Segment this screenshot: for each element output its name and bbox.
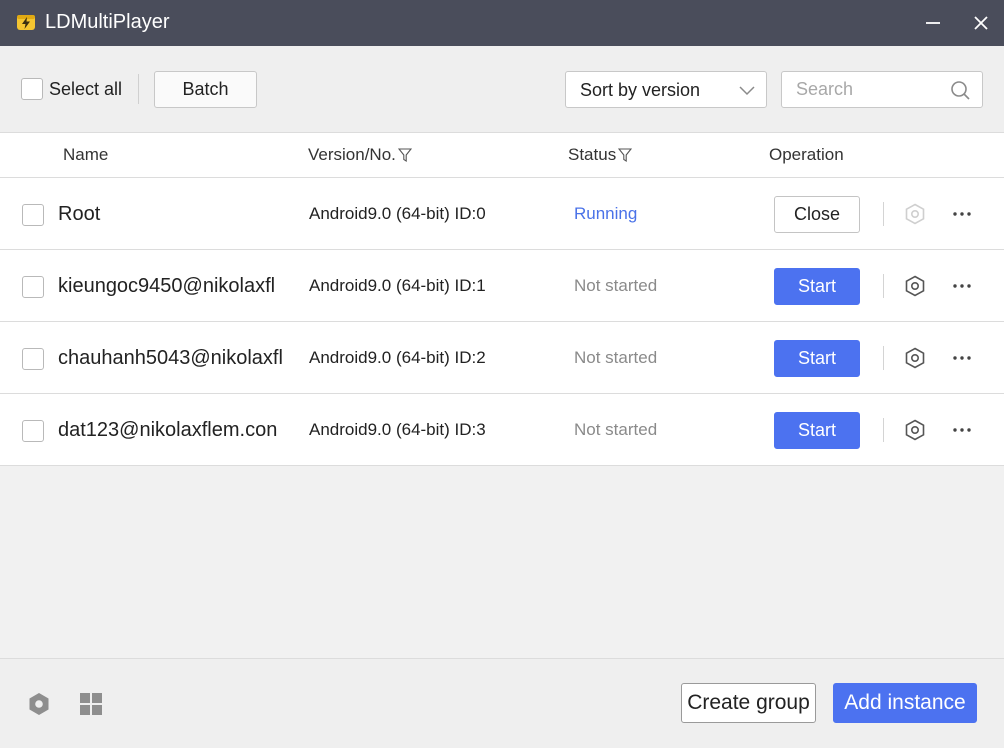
filter-icon[interactable]	[397, 148, 412, 162]
create-group-button[interactable]: Create group	[681, 683, 816, 723]
settings-icon[interactable]	[903, 346, 927, 370]
table-row: chauhanh5043@nikolaxfl Android9.0 (64-bi…	[0, 322, 1004, 394]
instance-version: Android9.0 (64-bit) ID:0	[309, 204, 486, 223]
instance-status: Running	[574, 204, 638, 223]
search-box	[781, 71, 983, 108]
instance-name: dat123@nikolaxflem.con	[58, 419, 278, 441]
title-bar: LDMultiPlayer	[0, 0, 1004, 46]
add-instance-button[interactable]: Add instance	[833, 683, 977, 723]
more-options-icon[interactable]	[950, 346, 974, 370]
more-options-icon[interactable]	[950, 418, 974, 442]
settings-icon[interactable]	[903, 274, 927, 298]
batch-button[interactable]: Batch	[154, 71, 257, 108]
empty-list-area	[0, 466, 1004, 658]
toolbar: Select all Batch Sort by version	[0, 46, 1004, 132]
settings-icon	[905, 203, 925, 225]
column-header-operation: Operation	[769, 145, 844, 164]
select-all-label[interactable]: Select all	[49, 78, 122, 100]
table-row: kieungoc9450@nikolaxfl Android9.0 (64-bi…	[0, 250, 1004, 322]
operation-divider	[883, 274, 884, 298]
operation-divider	[883, 346, 884, 370]
close-icon	[974, 16, 988, 30]
select-all-checkbox[interactable]	[21, 78, 43, 100]
more-options-icon[interactable]	[950, 274, 974, 298]
row-checkbox[interactable]	[22, 276, 44, 298]
start-instance-button[interactable]: Start	[774, 268, 860, 305]
search-input[interactable]	[782, 72, 947, 107]
close-window-button[interactable]	[968, 10, 994, 36]
start-instance-button[interactable]: Start	[774, 412, 860, 449]
instance-status: Not started	[574, 276, 658, 295]
table-row: dat123@nikolaxflem.con Android9.0 (64-bi…	[0, 394, 1004, 466]
table-header: Name Version/No. Status Operation	[0, 132, 1004, 178]
instance-name: kieungoc9450@nikolaxfl	[58, 275, 276, 297]
instance-version: Android9.0 (64-bit) ID:3	[309, 420, 486, 439]
app-title: LDMultiPlayer	[45, 11, 170, 33]
minimize-button[interactable]	[920, 10, 946, 36]
column-header-name: Name	[63, 145, 109, 164]
settings-icon[interactable]	[26, 691, 52, 717]
instance-list: Root Android9.0 (64-bit) ID:0 Running Cl…	[0, 178, 1004, 466]
footer-bar: Create group Add instance	[0, 658, 1004, 748]
grid-icon[interactable]	[78, 691, 104, 717]
start-instance-button[interactable]: Start	[774, 340, 860, 377]
instance-status: Not started	[574, 420, 658, 439]
instance-name: chauhanh5043@nikolaxfl	[58, 347, 283, 369]
column-header-status-label: Status	[568, 145, 617, 164]
search-icon[interactable]	[950, 80, 970, 100]
close-instance-button[interactable]: Close	[774, 196, 860, 233]
instance-status: Not started	[574, 348, 658, 367]
instance-version: Android9.0 (64-bit) ID:2	[309, 348, 486, 367]
instance-version: Android9.0 (64-bit) ID:1	[309, 276, 486, 295]
more-options-icon[interactable]	[950, 202, 974, 226]
settings-icon[interactable]	[903, 418, 927, 442]
app-logo-icon	[17, 15, 35, 30]
operation-divider	[883, 202, 884, 226]
sort-dropdown[interactable]: Sort by version	[565, 71, 767, 108]
row-checkbox[interactable]	[22, 348, 44, 370]
sort-dropdown-value: Sort by version	[580, 80, 701, 100]
filter-icon[interactable]	[618, 148, 633, 162]
operation-divider	[883, 418, 884, 442]
instance-name: Root	[58, 203, 101, 225]
chevron-down-icon	[739, 86, 755, 96]
row-checkbox[interactable]	[22, 204, 44, 226]
column-header-version[interactable]: Version/No.	[308, 145, 412, 165]
table-row: Root Android9.0 (64-bit) ID:0 Running Cl…	[0, 178, 1004, 250]
column-header-status[interactable]: Status	[568, 145, 633, 165]
toolbar-divider	[138, 74, 139, 104]
minimize-icon	[926, 22, 940, 24]
column-header-version-label: Version/No.	[308, 145, 396, 164]
row-checkbox[interactable]	[22, 420, 44, 442]
